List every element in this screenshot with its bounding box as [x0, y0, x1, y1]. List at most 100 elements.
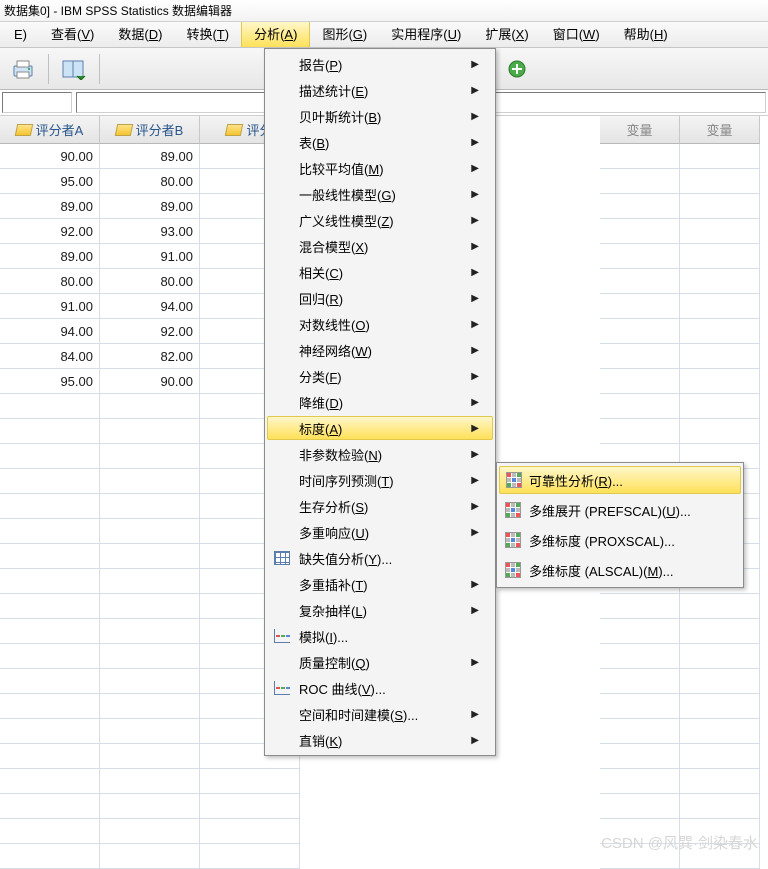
menu-edit[interactable]: E) [2, 22, 39, 47]
data-cell[interactable] [0, 519, 100, 544]
data-cell[interactable] [600, 819, 680, 844]
data-cell[interactable]: 90.00 [100, 369, 200, 394]
data-cell[interactable] [100, 744, 200, 769]
data-cell[interactable] [0, 444, 100, 469]
data-cell[interactable] [600, 594, 680, 619]
menu-item[interactable]: 生存分析(S)▶ [267, 493, 493, 519]
data-cell[interactable]: 89.00 [0, 244, 100, 269]
data-cell[interactable] [100, 794, 200, 819]
menu-item[interactable]: 缺失值分析(Y)... [267, 545, 493, 571]
data-cell[interactable] [0, 819, 100, 844]
menu-item[interactable]: 贝叶斯统计(B)▶ [267, 103, 493, 129]
data-cell[interactable] [600, 144, 680, 169]
column-header-empty[interactable]: 变量 [680, 116, 760, 144]
data-cell[interactable] [680, 669, 760, 694]
menu-item[interactable]: 多重插补(T)▶ [267, 571, 493, 597]
menu-item[interactable]: 广义线性模型(Z)▶ [267, 207, 493, 233]
data-cell[interactable] [100, 844, 200, 869]
data-cell[interactable] [0, 594, 100, 619]
data-cell[interactable] [680, 144, 760, 169]
data-cell[interactable] [600, 169, 680, 194]
data-cell[interactable]: 80.00 [0, 269, 100, 294]
data-cell[interactable] [0, 569, 100, 594]
data-cell[interactable]: 95.00 [0, 369, 100, 394]
data-cell[interactable] [100, 644, 200, 669]
data-cell[interactable]: 94.00 [0, 319, 100, 344]
data-cell[interactable] [600, 269, 680, 294]
data-cell[interactable] [100, 419, 200, 444]
data-cell[interactable]: 92.00 [0, 219, 100, 244]
menu-view[interactable]: 查看(V) [39, 22, 106, 47]
data-cell[interactable] [100, 569, 200, 594]
data-cell[interactable] [680, 794, 760, 819]
data-cell[interactable] [0, 769, 100, 794]
data-cell[interactable] [0, 719, 100, 744]
data-cell[interactable] [100, 669, 200, 694]
menu-item[interactable]: 时间序列预测(T)▶ [267, 467, 493, 493]
data-cell[interactable] [100, 594, 200, 619]
menu-item[interactable]: 相关(C)▶ [267, 259, 493, 285]
data-cell[interactable] [100, 694, 200, 719]
menu-item[interactable]: 描述统计(E)▶ [267, 77, 493, 103]
data-cell[interactable] [100, 619, 200, 644]
submenu-item[interactable]: 多维展开 (PREFSCAL)(U)... [499, 495, 741, 525]
submenu-item[interactable]: 多维标度 (ALSCAL)(M)... [499, 555, 741, 585]
menu-item[interactable]: 报告(P)▶ [267, 51, 493, 77]
submenu-item[interactable]: 可靠性分析(R)... [499, 466, 741, 494]
data-cell[interactable] [0, 419, 100, 444]
data-cell[interactable] [0, 494, 100, 519]
cell-reference-box[interactable] [2, 92, 72, 113]
data-cell[interactable] [680, 619, 760, 644]
data-cell[interactable] [680, 269, 760, 294]
menu-analyze[interactable]: 分析(A) [241, 22, 310, 47]
data-cell[interactable] [600, 719, 680, 744]
data-cell[interactable] [100, 544, 200, 569]
data-cell[interactable] [680, 819, 760, 844]
menu-item[interactable]: 空间和时间建模(S)...▶ [267, 701, 493, 727]
data-cell[interactable] [0, 794, 100, 819]
column-header-empty[interactable]: 变量 [600, 116, 680, 144]
data-cell[interactable] [100, 494, 200, 519]
data-cell[interactable] [0, 544, 100, 569]
data-cell[interactable] [600, 194, 680, 219]
data-cell[interactable] [600, 644, 680, 669]
data-cell[interactable] [0, 744, 100, 769]
data-cell[interactable] [680, 694, 760, 719]
menu-graphs[interactable]: 图形(G) [310, 22, 379, 47]
data-cell[interactable] [680, 169, 760, 194]
menu-item[interactable]: 比较平均值(M)▶ [267, 155, 493, 181]
data-cell[interactable] [100, 394, 200, 419]
data-cell[interactable]: 92.00 [100, 319, 200, 344]
data-cell[interactable] [680, 219, 760, 244]
column-header[interactable]: 评分者A [0, 116, 100, 144]
data-cell[interactable] [100, 769, 200, 794]
data-cell[interactable] [600, 319, 680, 344]
data-cell[interactable] [200, 794, 300, 819]
data-cell[interactable] [600, 294, 680, 319]
data-cell[interactable] [0, 694, 100, 719]
data-cell[interactable] [600, 619, 680, 644]
submenu-item[interactable]: 多维标度 (PROXSCAL)... [499, 525, 741, 555]
data-cell[interactable] [680, 394, 760, 419]
menu-utilities[interactable]: 实用程序(U) [379, 22, 473, 47]
menu-item[interactable]: 混合模型(X)▶ [267, 233, 493, 259]
data-cell[interactable] [680, 369, 760, 394]
menu-item[interactable]: 一般线性模型(G)▶ [267, 181, 493, 207]
data-cell[interactable] [0, 669, 100, 694]
data-cell[interactable] [600, 244, 680, 269]
data-cell[interactable] [0, 844, 100, 869]
menu-item[interactable]: 多重响应(U)▶ [267, 519, 493, 545]
data-cell[interactable] [600, 344, 680, 369]
data-cell[interactable] [680, 419, 760, 444]
data-cell[interactable] [680, 244, 760, 269]
data-cell[interactable] [0, 644, 100, 669]
menu-item[interactable]: 直销(K)▶ [267, 727, 493, 753]
data-cell[interactable] [680, 719, 760, 744]
data-cell[interactable] [680, 594, 760, 619]
data-cell[interactable] [100, 444, 200, 469]
data-cell[interactable] [100, 819, 200, 844]
menu-item[interactable]: 降维(D)▶ [267, 389, 493, 415]
data-cell[interactable]: 93.00 [100, 219, 200, 244]
menu-window[interactable]: 窗口(W) [541, 22, 612, 47]
data-cell[interactable] [100, 469, 200, 494]
